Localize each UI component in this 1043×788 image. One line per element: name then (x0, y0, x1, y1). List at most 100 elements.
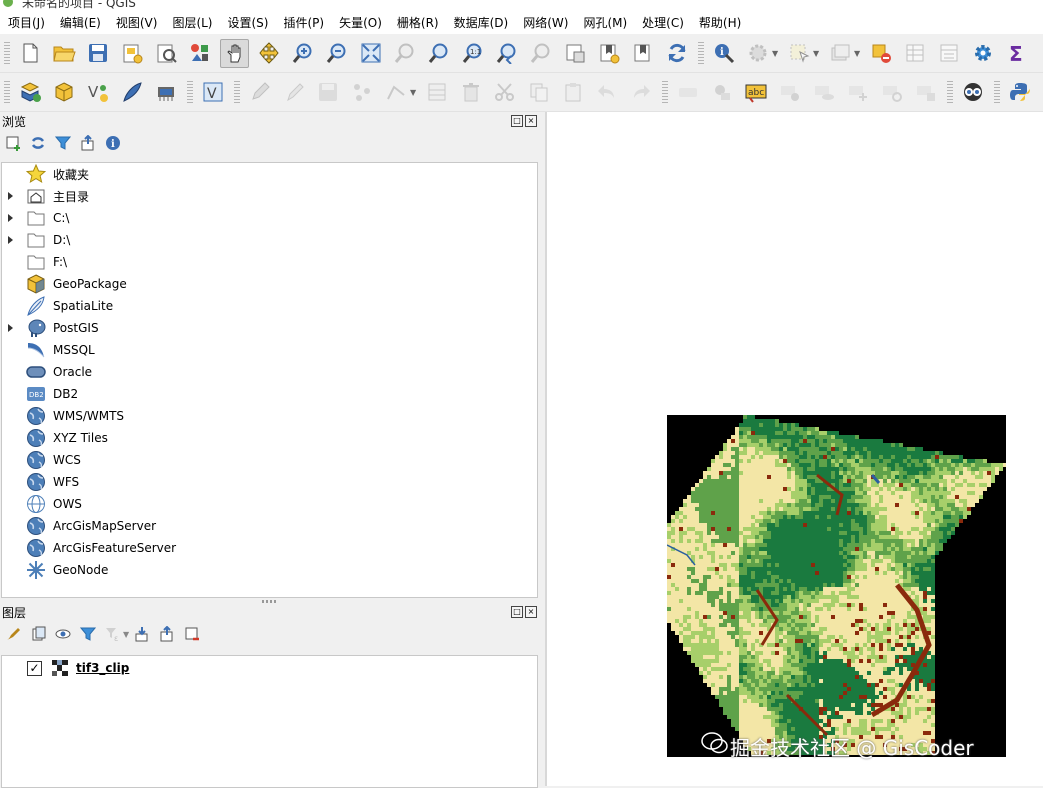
style-brush-icon[interactable] (5, 626, 21, 642)
redo-button[interactable] (627, 78, 655, 106)
chevron-down-icon[interactable]: ▼ (123, 630, 129, 639)
manage-visibility-eye-icon[interactable] (55, 626, 71, 642)
browser-item[interactable]: ArcGisFeatureServer (2, 537, 537, 559)
menu-item[interactable]: 设置(S) (220, 14, 276, 31)
browser-item[interactable]: MSSQL (2, 339, 537, 361)
zoom-native-resolution-button[interactable]: 1:1 (459, 39, 487, 67)
data-source-manager-button[interactable] (16, 78, 44, 106)
layer-item[interactable]: ✓ tif3_clip (2, 657, 537, 679)
zoom-out-button[interactable] (323, 39, 351, 67)
browser-item[interactable]: GeoNode (2, 559, 537, 581)
expand-arrow-icon[interactable] (8, 324, 13, 332)
copy-features-button[interactable] (525, 78, 553, 106)
collapse-all-icon[interactable] (80, 135, 96, 151)
menu-item[interactable]: 矢量(O) (331, 14, 389, 31)
remove-layer-icon[interactable] (184, 626, 200, 642)
expand-arrow-icon[interactable] (8, 236, 13, 244)
layer-labeling-button[interactable]: abc (742, 78, 770, 106)
zoom-in-button[interactable] (289, 39, 317, 67)
zoom-last-button[interactable] (493, 39, 521, 67)
attribute-table-button[interactable] (901, 39, 929, 67)
menu-item[interactable]: 编辑(E) (52, 14, 108, 31)
save-project-button[interactable] (84, 39, 112, 67)
menu-item[interactable]: 插件(P) (275, 14, 331, 31)
change-label-button[interactable] (912, 78, 940, 106)
menu-item[interactable]: 帮助(H) (691, 14, 748, 31)
browser-item[interactable]: D:\ (2, 229, 537, 251)
zoom-next-button[interactable] (527, 39, 555, 67)
new-bookmark-button[interactable] (595, 39, 623, 67)
toolbar-grip[interactable] (234, 79, 240, 105)
menu-item[interactable]: 项目(J) (0, 14, 52, 31)
cut-features-button[interactable] (491, 78, 519, 106)
chevron-down-icon[interactable]: ▼ (772, 49, 780, 58)
refresh-icon[interactable] (30, 135, 46, 151)
browser-item[interactable]: OWS (2, 493, 537, 515)
select-features-button[interactable] (785, 39, 813, 67)
browser-item[interactable]: XYZ Tiles (2, 427, 537, 449)
browser-item[interactable]: WFS (2, 471, 537, 493)
current-edits-button[interactable] (246, 78, 274, 106)
filter-icon[interactable] (55, 135, 71, 151)
show-bookmarks-button[interactable] (629, 39, 657, 67)
menu-item[interactable]: 网络(W) (515, 14, 575, 31)
browser-item[interactable]: PostGIS (2, 317, 537, 339)
deselect-all-button[interactable] (867, 39, 895, 67)
new-print-layout-button[interactable] (118, 39, 146, 67)
layer-visibility-checkbox[interactable]: ✓ (27, 660, 42, 676)
add-group-icon[interactable] (30, 626, 46, 642)
browser-item[interactable]: C:\ (2, 207, 537, 229)
new-map-view-button[interactable] (561, 39, 589, 67)
zoom-full-button[interactable] (357, 39, 385, 67)
float-panel-icon[interactable]: □ (511, 115, 523, 127)
style-manager-button[interactable] (186, 39, 214, 67)
move-label-button[interactable] (844, 78, 872, 106)
label-toolbar-button[interactable] (674, 78, 702, 106)
toolbar-grip[interactable] (947, 79, 953, 105)
zoom-to-layer-button[interactable] (425, 39, 453, 67)
python-console-button[interactable] (1006, 78, 1034, 106)
undo-button[interactable] (593, 78, 621, 106)
pan-to-selection-button[interactable] (255, 39, 283, 67)
plugin-button[interactable] (959, 78, 987, 106)
browser-item[interactable]: WMS/WMTS (2, 405, 537, 427)
toolbar-grip[interactable] (698, 40, 704, 66)
menu-item[interactable]: 网孔(M) (575, 14, 634, 31)
menu-item[interactable]: 栅格(R) (389, 14, 446, 31)
new-shapefile-layer-button[interactable]: V (84, 78, 112, 106)
toggle-editing-button[interactable] (280, 78, 308, 106)
zoom-to-selection-button[interactable] (391, 39, 419, 67)
modify-attributes-button[interactable] (423, 78, 451, 106)
collapse-all-icon[interactable] (159, 626, 175, 642)
menu-item[interactable]: 处理(C) (634, 14, 691, 31)
expand-arrow-icon[interactable] (8, 192, 13, 200)
toolbar-grip[interactable] (994, 79, 1000, 105)
expand-arrow-icon[interactable] (8, 214, 13, 222)
refresh-button[interactable] (663, 39, 691, 67)
rotate-label-button[interactable] (878, 78, 906, 106)
label-pin-button[interactable] (708, 78, 736, 106)
run-feature-action-button[interactable] (744, 39, 772, 67)
browser-item[interactable]: Oracle (2, 361, 537, 383)
highlight-pinned-labels-button[interactable] (776, 78, 804, 106)
toolbar-grip[interactable] (4, 40, 10, 66)
save-edits-button[interactable] (314, 78, 342, 106)
new-virtual-layer-button[interactable] (152, 78, 180, 106)
add-selected-layers-icon[interactable] (5, 135, 21, 151)
digitize-layer-button[interactable]: V (199, 78, 227, 106)
toolbar-grip[interactable] (4, 79, 10, 105)
menu-item[interactable]: 数据库(D) (446, 14, 516, 31)
browser-item[interactable]: 收藏夹 (2, 163, 537, 185)
browser-item[interactable]: SpatiaLite (2, 295, 537, 317)
new-spatialite-layer-button[interactable] (118, 78, 146, 106)
vertex-tool-button[interactable] (382, 78, 410, 106)
identify-features-button[interactable]: i (710, 39, 738, 67)
browser-item[interactable]: WCS (2, 449, 537, 471)
filter-expression-icon[interactable]: ε (105, 626, 121, 642)
show-hide-labels-button[interactable] (810, 78, 838, 106)
new-geopackage-layer-button[interactable] (50, 78, 78, 106)
expand-all-icon[interactable] (134, 626, 150, 642)
browser-item[interactable]: 主目录 (2, 185, 537, 207)
open-project-button[interactable] (50, 39, 78, 67)
paste-features-button[interactable] (559, 78, 587, 106)
